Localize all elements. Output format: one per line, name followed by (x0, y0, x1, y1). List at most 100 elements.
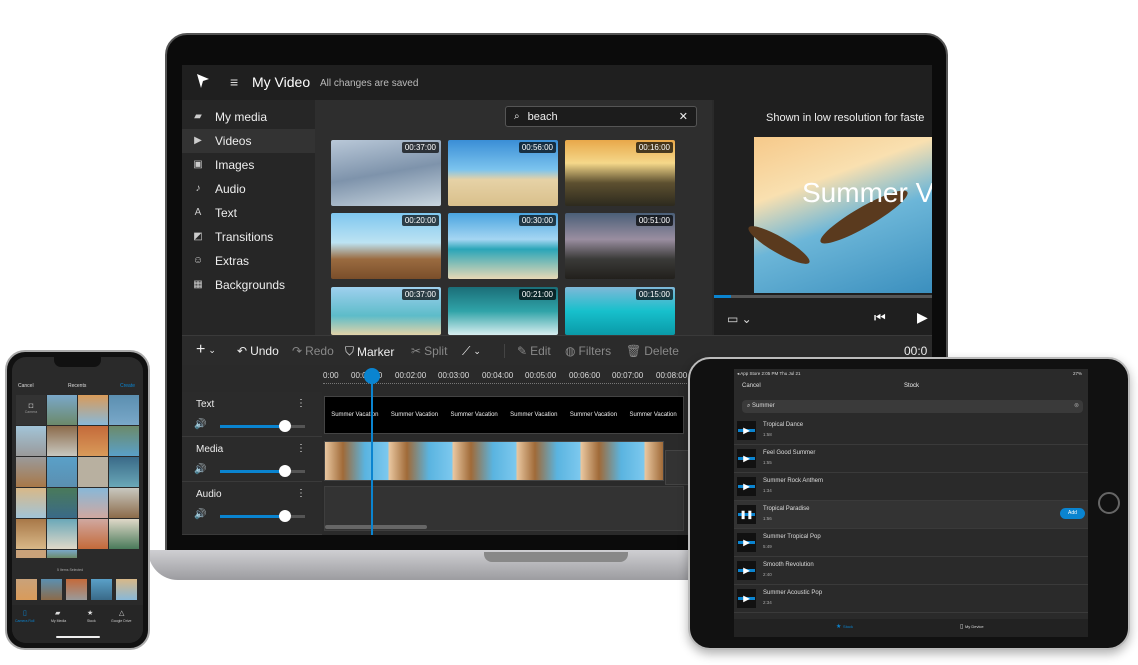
preview-progress[interactable] (714, 295, 932, 298)
play-icon[interactable]: ▶ (917, 309, 928, 326)
cancel-button[interactable]: Cancel (742, 383, 761, 389)
magic-wand-button[interactable]: ⟋ ⌄ (462, 344, 481, 359)
home-button[interactable] (1098, 492, 1120, 514)
media-clip[interactable] (324, 441, 664, 481)
project-title[interactable]: My Video (252, 74, 310, 90)
delete-button[interactable]: 🗑 Delete (626, 344, 679, 358)
volume-icon[interactable]: 🔊 (194, 464, 206, 475)
hamburger-menu-icon[interactable]: ≡ (230, 74, 238, 90)
add-button[interactable]: + ⌄ (196, 341, 216, 359)
volume-slider[interactable] (220, 510, 305, 522)
photo-thumbnail[interactable] (78, 395, 108, 425)
photo-thumbnail[interactable] (47, 395, 77, 425)
selected-photo[interactable] (91, 579, 112, 600)
tab-stock[interactable]: Stock (87, 619, 96, 623)
video-thumbnail[interactable]: 00:37:00 (331, 287, 441, 335)
waveform-icon[interactable]: ▶ (737, 589, 756, 608)
volume-icon[interactable]: 🔊 (194, 419, 206, 430)
video-thumbnail[interactable]: 00:30:00 (448, 213, 558, 279)
playhead[interactable] (371, 375, 373, 535)
photo-thumbnail[interactable] (78, 457, 108, 487)
video-thumbnail[interactable]: 00:16:00 (565, 140, 675, 206)
video-thumbnail[interactable]: 00:15:00 (565, 287, 675, 335)
sidebar-item-backgrounds[interactable]: ▦ Backgrounds (182, 273, 315, 297)
photo-thumbnail[interactable] (78, 488, 108, 518)
song-row[interactable]: ▶ Tropical Dance 1:58 (734, 417, 1088, 445)
photo-thumbnail[interactable] (47, 426, 77, 456)
waveform-icon[interactable]: ▶ (737, 477, 756, 496)
tab-stock[interactable]: ★ Stock (836, 623, 853, 630)
waveform-icon[interactable]: ❚❚ (737, 505, 756, 524)
photo-thumbnail[interactable] (16, 488, 46, 518)
photo-thumbnail[interactable] (109, 488, 139, 518)
video-thumbnail[interactable]: 00:56:00 (448, 140, 558, 206)
photo-thumbnail[interactable] (47, 457, 77, 487)
tab-google-drive[interactable]: Google Drive (111, 619, 131, 623)
photo-thumbnail[interactable] (109, 457, 139, 487)
clear-icon[interactable]: ✕ (679, 110, 688, 123)
app-logo-icon[interactable] (196, 73, 210, 89)
song-row[interactable]: ▶ Summer Acoustic Pop 2:34 (734, 585, 1088, 613)
selected-photo[interactable] (16, 579, 37, 600)
playhead-handle[interactable] (364, 368, 380, 384)
song-row[interactable]: ▶ Summer Tropical Pop 5:49 (734, 529, 1088, 557)
filters-button[interactable]: ◍ Filters (565, 344, 611, 358)
waveform-icon[interactable]: ▶ (737, 449, 756, 468)
sidebar-item-extras[interactable]: ☺ Extras (182, 249, 315, 273)
photo-thumbnail[interactable] (16, 519, 46, 549)
photo-thumbnail[interactable] (109, 519, 139, 549)
tab-my-device[interactable]: ▯ My Device (960, 623, 984, 630)
sidebar-item-text[interactable]: A Text (182, 201, 315, 225)
text-clip[interactable]: Summer Vacation Summer Vacation Summer V… (324, 396, 684, 434)
sidebar-item-audio[interactable]: ♪ Audio (182, 177, 315, 201)
split-button[interactable]: ✂ Split (411, 344, 447, 358)
aspect-ratio-icon[interactable]: ▭ ⌄ (727, 312, 752, 326)
cancel-button[interactable]: Cancel (18, 383, 34, 389)
video-thumbnail[interactable]: 00:51:00 (565, 213, 675, 279)
song-row[interactable]: ❚❚ Tropical Paradise 1:56 Add (734, 501, 1088, 529)
add-button[interactable]: Add (1060, 508, 1085, 519)
tab-camera-roll[interactable]: Camera Roll (15, 619, 34, 623)
sidebar-item-transitions[interactable]: ◩ Transitions (182, 225, 315, 249)
waveform-icon[interactable]: ▶ (737, 533, 756, 552)
photo-thumbnail[interactable] (16, 426, 46, 456)
photo-thumbnail[interactable] (16, 550, 46, 558)
photo-thumbnail[interactable] (16, 457, 46, 487)
sidebar-item-videos[interactable]: ▶ Videos (182, 129, 315, 153)
volume-icon[interactable]: 🔊 (194, 509, 206, 520)
camera-button[interactable]: ◘ Camera (16, 395, 46, 425)
waveform-icon[interactable]: ▶ (737, 421, 756, 440)
song-row[interactable]: ▶ Feel Good Summer 1:55 (734, 445, 1088, 473)
selected-photo[interactable] (116, 579, 137, 600)
search-input[interactable]: ⌕ beach ✕ (505, 106, 697, 127)
more-options-icon[interactable]: ⋮ (296, 443, 306, 454)
photo-thumbnail[interactable] (109, 426, 139, 456)
volume-slider[interactable] (220, 465, 305, 477)
selected-photo[interactable] (66, 579, 87, 600)
song-row[interactable]: ▶ Smooth Revolution 2:40 (734, 557, 1088, 585)
video-thumbnail[interactable]: 00:37:00 (331, 140, 441, 206)
edit-button[interactable]: ✎ Edit (517, 344, 551, 358)
more-options-icon[interactable]: ⋮ (296, 398, 306, 409)
tab-my-media[interactable]: My Media (51, 619, 66, 623)
photo-thumbnail[interactable] (47, 550, 77, 558)
skip-back-icon[interactable]: ⏮ (874, 310, 886, 326)
marker-button[interactable]: ⛉ Marker (345, 344, 394, 359)
selected-photo[interactable] (41, 579, 62, 600)
waveform-icon[interactable]: ▶ (737, 561, 756, 580)
create-button[interactable]: Create (120, 383, 135, 389)
search-input[interactable]: ⌕ Summer ⊗ (742, 400, 1083, 413)
volume-slider[interactable] (220, 420, 305, 432)
undo-button[interactable]: ↶ Undo (237, 344, 279, 358)
photo-thumbnail[interactable] (47, 519, 77, 549)
more-options-icon[interactable]: ⋮ (296, 488, 306, 499)
timeline-scrollbar[interactable] (325, 525, 427, 529)
video-thumbnail[interactable]: 00:20:00 (331, 213, 441, 279)
song-row[interactable]: ▶ Summer Rock Anthem 1:34 (734, 473, 1088, 501)
photo-thumbnail[interactable] (109, 395, 139, 425)
video-thumbnail[interactable]: 00:21:00 (448, 287, 558, 335)
sidebar-item-images[interactable]: ▣ Images (182, 153, 315, 177)
photo-thumbnail[interactable] (78, 519, 108, 549)
photo-thumbnail[interactable] (47, 488, 77, 518)
photo-thumbnail[interactable] (78, 426, 108, 456)
